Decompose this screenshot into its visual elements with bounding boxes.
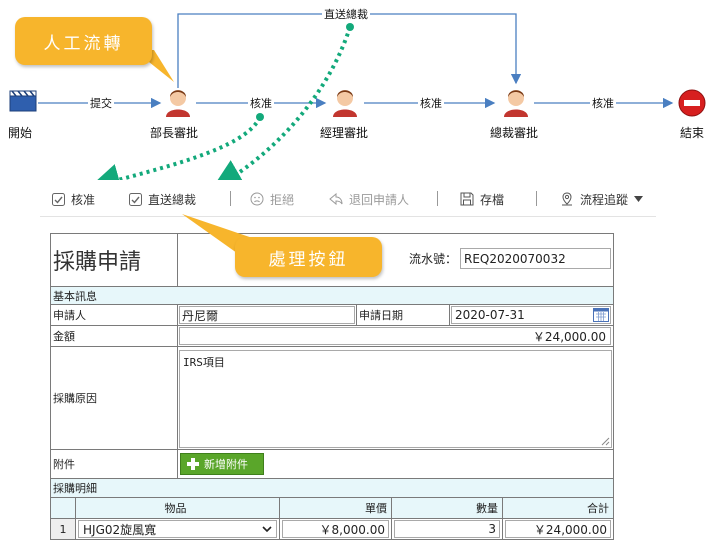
node-label-dept: 部長審批 [150,126,199,140]
node-label-start: 開始 [8,126,33,140]
edge-label-approve-2: 核准 [418,95,444,111]
stop-icon[interactable] [678,89,706,117]
price-field[interactable]: ￥8,000.00 [282,520,389,538]
toolbar-divider [230,191,231,206]
frown-icon [250,192,264,206]
user-icon[interactable] [500,86,532,118]
return-label: 退回申請人 [349,192,410,207]
add-attachment-label: 新增附件 [204,458,248,471]
user-icon[interactable] [162,86,194,118]
applicant-label: 申請人 [50,304,178,326]
return-arrow-icon [329,192,343,206]
reason-textarea[interactable]: IRS項目 [179,350,612,448]
serial-number-field[interactable]: REQ2020070032 [460,248,611,269]
section-basic-info: 基本訊息 [50,286,614,305]
amount-label: 金額 [50,325,178,347]
save-label: 存檔 [480,192,505,207]
calendar-icon[interactable] [593,307,609,322]
save-icon [460,192,474,206]
section-purchase-detail: 採購明細 [50,478,614,498]
quantity-field[interactable]: 3 [394,520,500,538]
chevron-down-icon [634,196,644,202]
row-number: 1 [50,518,76,540]
item-select-value: HJG02旋風寬 [83,522,157,537]
toolbar-divider [437,191,438,206]
edge-label-approve-3: 核准 [590,95,616,111]
direct-to-ceo-label: 直送總裁 [148,192,197,207]
table-header-no [50,497,76,519]
check-box-icon [129,192,142,206]
reject-button[interactable]: 拒絕 [250,188,294,210]
edge-label-approve-1: 核准 [248,95,274,111]
node-label-end: 結束 [680,126,705,140]
table-header-price: 單價 [279,497,392,519]
chevron-down-icon [262,525,272,532]
start-icon[interactable] [9,90,37,112]
process-trace-dropdown[interactable]: 流程追蹤 [560,188,644,210]
serial-label: 流水號： [409,252,458,266]
save-button[interactable]: 存檔 [460,188,504,210]
attachment-label: 附件 [50,449,178,479]
map-pin-icon [562,192,572,206]
total-field[interactable]: ￥24,000.00 [505,520,611,538]
approve-button[interactable]: 核准 [52,188,95,210]
item-select[interactable]: HJG02旋風寬 [78,520,277,538]
direct-to-ceo-button[interactable]: 直送總裁 [129,188,196,210]
toolbar-underline [40,216,656,217]
workflow-diagram: 提交 核准 核准 核准 直送總裁 開始 部長審批 經理審批 總裁審批 結束 人工… [0,0,716,180]
node-label-manager: 經理審批 [320,126,369,140]
toolbar-divider [536,191,537,206]
approve-label: 核准 [71,192,96,207]
user-icon[interactable] [329,86,361,118]
process-trace-label: 流程追蹤 [580,192,629,207]
resize-handle-icon[interactable] [601,437,610,446]
edge-label-direct: 直送總裁 [322,6,370,22]
table-header-qty: 數量 [391,497,503,519]
form-title: 採購申請 [50,233,178,287]
date-field[interactable]: 2020-07-31 [451,306,611,324]
applicant-field[interactable]: 丹尼爾 [179,306,355,324]
node-label-ceo: 總裁審批 [490,126,539,140]
add-attachment-button[interactable]: 新增附件 [180,453,264,475]
amount-field[interactable]: ￥24,000.00 [179,327,611,345]
check-box-icon [52,192,65,206]
date-label: 申請日期 [356,304,450,326]
edge-label-submit: 提交 [88,95,114,111]
reject-label: 拒絕 [270,192,295,207]
reason-label: 採購原因 [50,346,178,450]
table-header-total: 合計 [502,497,614,519]
table-header-item: 物品 [75,497,280,519]
return-to-applicant-button[interactable]: 退回申請人 [329,188,409,210]
plus-icon [187,458,199,470]
